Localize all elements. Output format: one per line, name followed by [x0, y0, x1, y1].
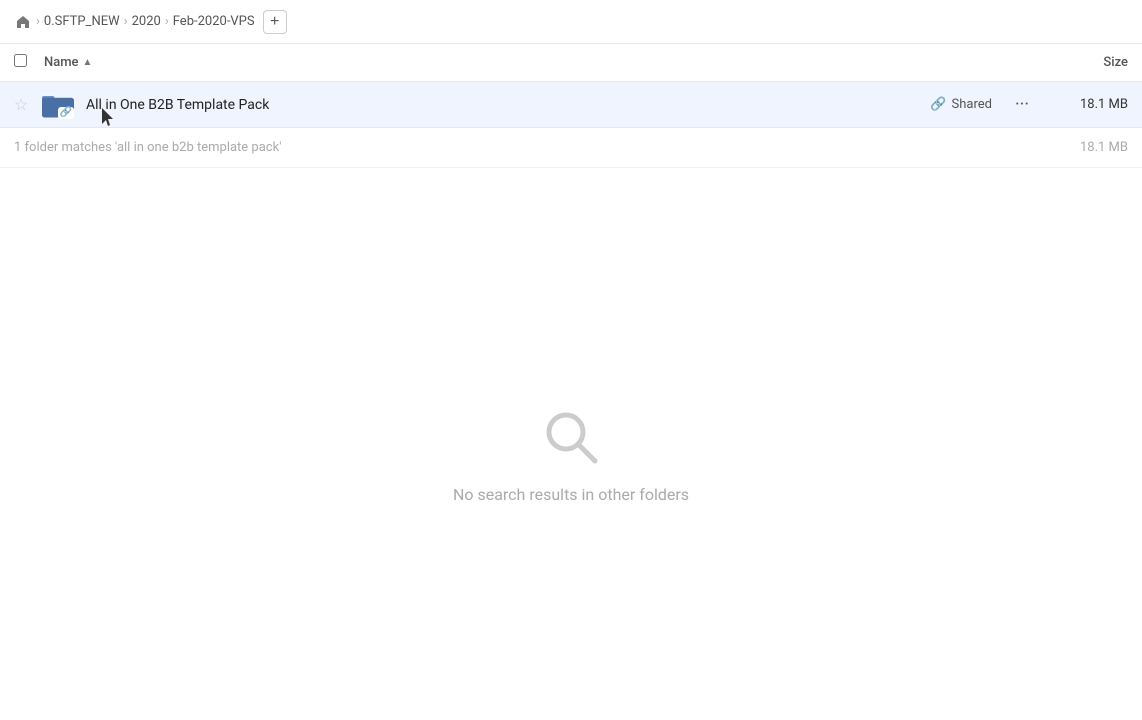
link-icon: 🔗 — [930, 97, 946, 112]
shared-label: Shared — [952, 97, 992, 112]
breadcrumb-sep-1: › — [36, 14, 40, 29]
star-button[interactable]: ☆ — [14, 95, 34, 114]
search-results-text: 1 folder matches 'all in one b2b templat… — [14, 140, 281, 155]
folder-link-overlay: 🔗 — [58, 107, 74, 119]
shared-badge: 🔗 Shared — [930, 97, 992, 112]
add-breadcrumb-button[interactable]: + — [263, 10, 287, 34]
breadcrumb-sep-3: › — [165, 14, 169, 29]
home-icon — [14, 13, 32, 31]
no-results-text: No search results in other folders — [453, 485, 689, 504]
breadcrumb-bar: › 0.SFTP_NEW › 2020 › Feb-2020-VPS + — [0, 0, 1142, 44]
no-results-search-icon — [539, 405, 603, 469]
search-results-size: 18.1 MB — [1048, 140, 1128, 155]
name-column-header[interactable]: Name ▲ — [44, 55, 1048, 70]
breadcrumb-home[interactable] — [14, 13, 32, 31]
sort-arrow-icon: ▲ — [83, 57, 93, 68]
file-size: 18.1 MB — [1048, 97, 1128, 112]
more-options-button[interactable]: ··· — [1008, 91, 1036, 119]
empty-state: No search results in other folders — [0, 168, 1142, 720]
breadcrumb-2020[interactable]: 2020 — [132, 14, 161, 29]
select-all-checkbox[interactable] — [14, 54, 27, 67]
folder-icon-wrap: 🔗 — [40, 89, 76, 121]
size-column-header: Size — [1048, 55, 1128, 70]
breadcrumb-sftp[interactable]: 0.SFTP_NEW — [44, 14, 120, 29]
column-header: Name ▲ Size — [0, 44, 1142, 82]
file-row[interactable]: ☆ 🔗 All in One B2B Template Pack 🔗 Share… — [0, 82, 1142, 128]
folder-name: All in One B2B Template Pack — [86, 97, 930, 113]
breadcrumb-feb2020[interactable]: Feb-2020-VPS — [173, 14, 255, 29]
breadcrumb-sep-2: › — [124, 14, 128, 29]
search-results-info: 1 folder matches 'all in one b2b templat… — [0, 128, 1142, 168]
select-all-checkbox-wrap[interactable] — [14, 54, 34, 71]
more-icon: ··· — [1015, 94, 1029, 115]
main-content: Name ▲ Size ☆ 🔗 All in One B2B Template … — [0, 44, 1142, 720]
